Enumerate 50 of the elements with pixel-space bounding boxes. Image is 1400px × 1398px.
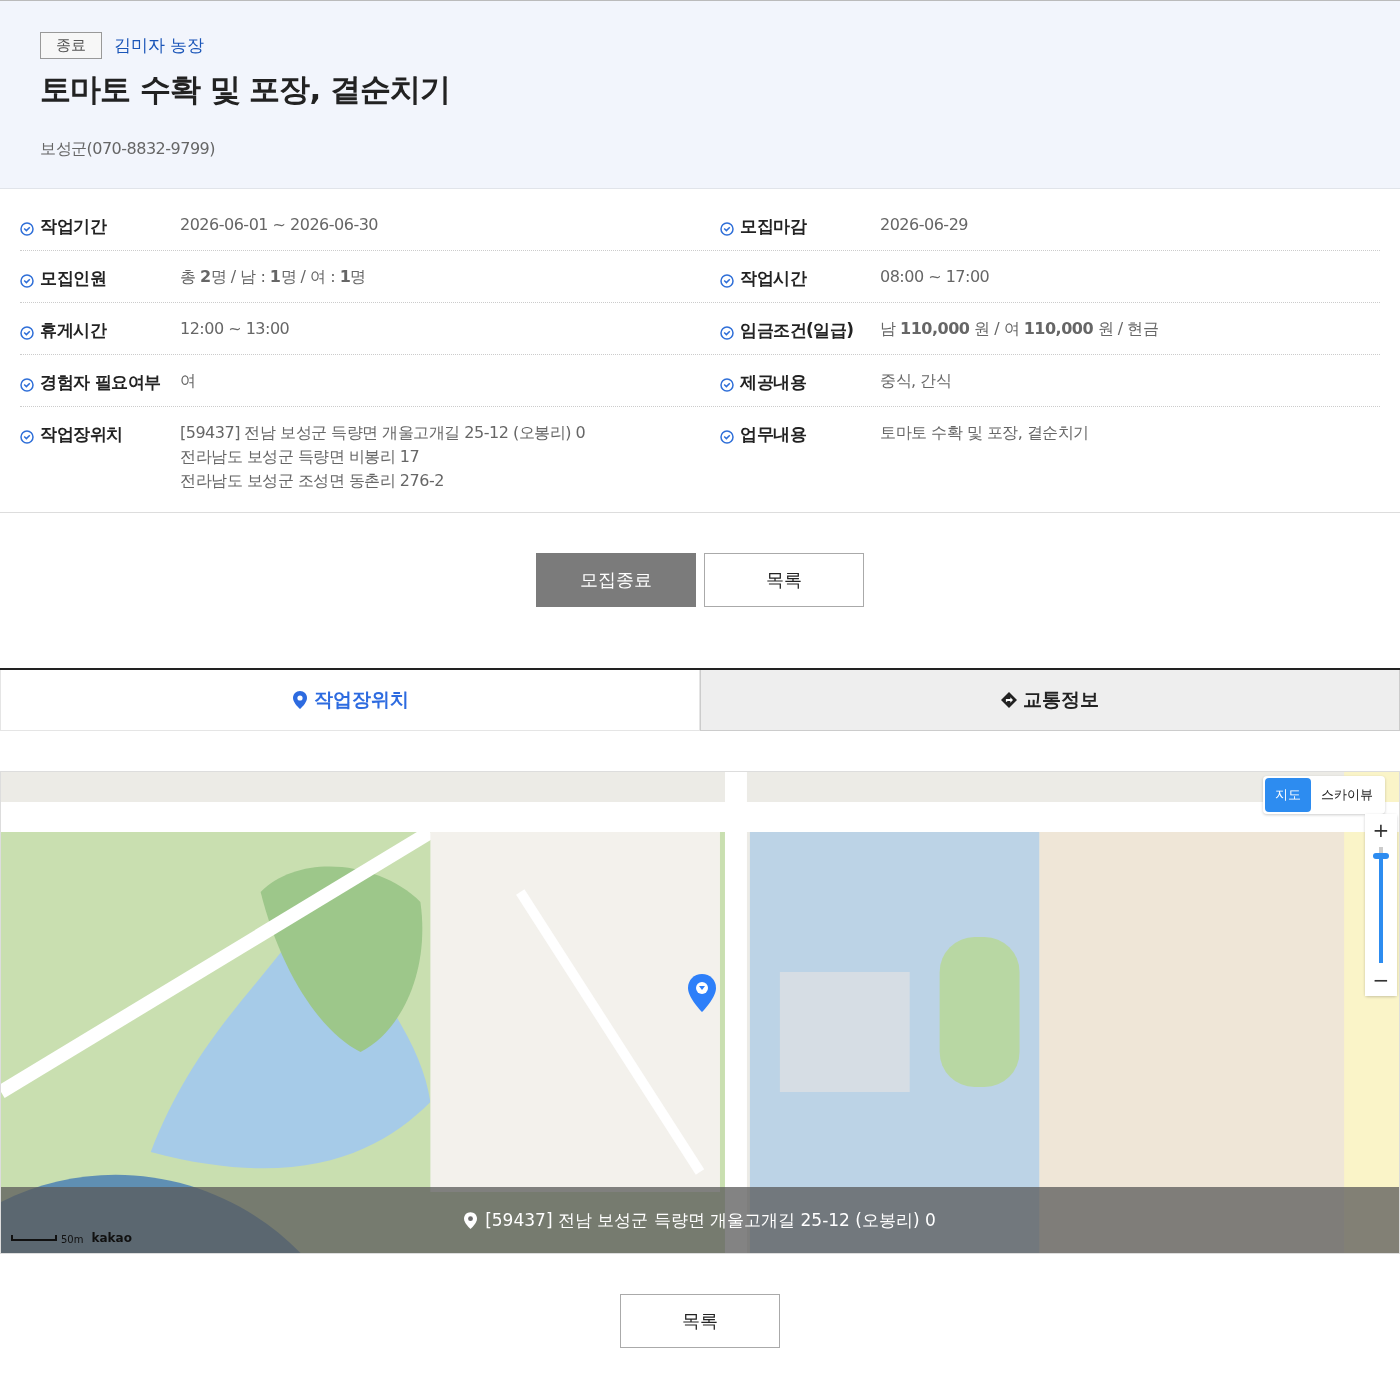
field-value: 토마토 수확 및 포장, 곁순치기: [880, 422, 1089, 444]
field-value: 총 2명 / 남 : 1명 / 여 : 1명: [180, 266, 366, 288]
tab[interactable]: 작업장위치: [0, 670, 700, 731]
farm-link[interactable]: 김미자 농장: [114, 34, 205, 57]
check-circle-icon: [720, 430, 734, 444]
field-label: 업무내용: [740, 423, 807, 446]
zoom-in-button[interactable]: +: [1365, 814, 1397, 846]
field-label: 휴게시간: [40, 319, 108, 342]
field-label: 작업시간: [740, 267, 808, 290]
pin-icon: [464, 1211, 478, 1229]
field-value: 전라남도 보성군 득량면 비봉리 17: [180, 446, 421, 468]
field-value: 중식, 간식: [880, 370, 952, 392]
check-circle-icon: [20, 378, 34, 392]
status-badge: 종료: [40, 32, 102, 59]
field-label: 제공내용: [740, 371, 807, 394]
job-title: 토마토 수확 및 포장, 곁순치기: [40, 70, 451, 109]
check-circle-icon: [720, 326, 734, 340]
field-label: 작업기간: [40, 215, 108, 238]
scale-label: 50m: [61, 1234, 84, 1245]
field-value: 08:00 ~ 17:00: [880, 266, 990, 288]
direction-icon: [1001, 691, 1017, 709]
field-value: [59437] 전남 보성군 득량면 개울고개길 25-12 (오봉리) 0: [180, 422, 586, 444]
list-button[interactable]: 목록: [704, 553, 864, 607]
check-circle-icon: [720, 222, 734, 236]
contact-text: 보성군(070-8832-9799): [40, 139, 216, 160]
field-label: 모집인원: [40, 267, 107, 290]
field-label: 작업장위치: [40, 423, 124, 446]
check-circle-icon: [20, 430, 34, 444]
field-label: 경험자 필요여부: [40, 371, 162, 394]
field-value: 남 110,000 원 / 여 110,000 원 / 현금: [880, 318, 1159, 340]
check-circle-icon: [720, 378, 734, 392]
field-value: 12:00 ~ 13:00: [180, 318, 290, 340]
map-provider-label: kakao: [91, 1231, 132, 1245]
location-pin-icon: [688, 974, 716, 1012]
field-value: 여: [180, 370, 196, 392]
zoom-out-button[interactable]: −: [1365, 964, 1397, 996]
check-circle-icon: [20, 274, 34, 288]
tab[interactable]: 교통정보: [700, 670, 1400, 731]
field-value: 2026-06-29: [880, 214, 968, 236]
list-button[interactable]: 목록: [620, 1294, 780, 1348]
field-value: 전라남도 보성군 조성면 동촌리 276-2: [180, 470, 445, 492]
field-label: 임금조건(일급): [740, 319, 855, 342]
address-text: [59437] 전남 보성군 득량면 개울고개길 25-12 (오봉리) 0: [485, 1208, 936, 1232]
pin-icon: [291, 691, 308, 709]
check-circle-icon: [20, 326, 34, 340]
check-circle-icon: [20, 222, 34, 236]
field-label: 모집마감: [740, 215, 808, 238]
check-circle-icon: [720, 274, 734, 288]
scale-bar-icon: [11, 1235, 57, 1241]
field-value: 2026-06-01 ~ 2026-06-30: [180, 214, 379, 236]
